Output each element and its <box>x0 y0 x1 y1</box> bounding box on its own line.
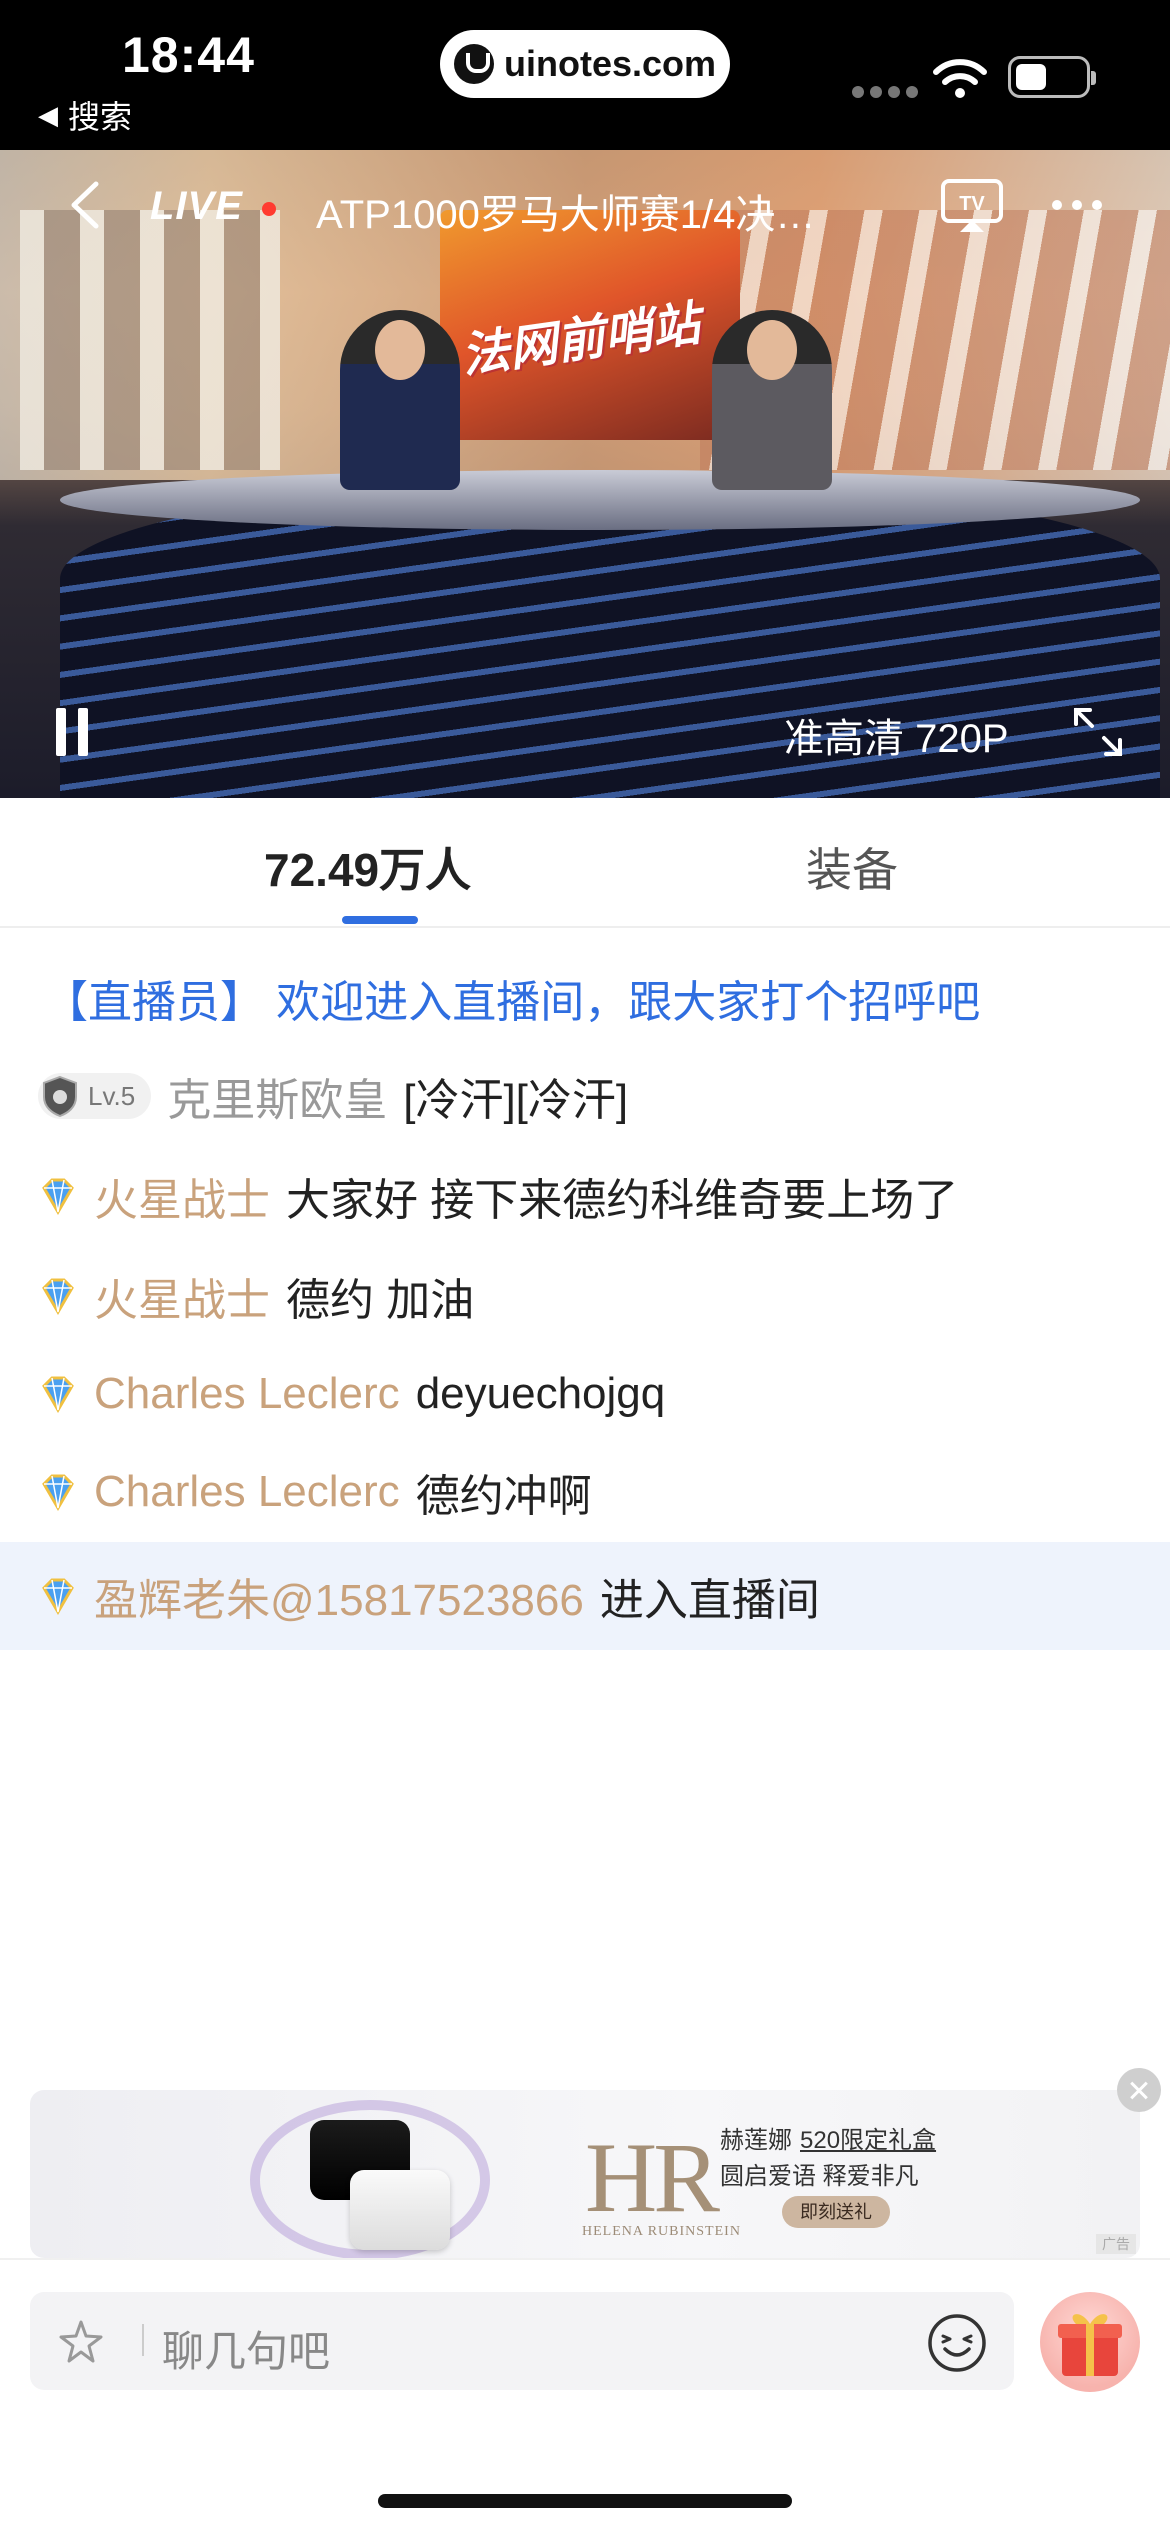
tab-equipment[interactable]: 装备 <box>806 834 898 900</box>
chat-message: 火星战士 德约 加油 <box>0 1246 1170 1346</box>
ad-brand-name: HELENA RUBINSTEIN <box>582 2224 741 2239</box>
ad-headline-highlight: 520限定礼盒 <box>800 2127 937 2154</box>
chat-message: Lv.5 克里斯欧皇 [冷汗][冷汗] <box>0 1046 1170 1146</box>
ad-product-image <box>230 2100 490 2258</box>
ad-cta-button[interactable]: 即刻送礼 <box>782 2196 890 2228</box>
status-time: 18:44 <box>122 27 255 83</box>
chat-username[interactable]: Charles Leclerc <box>94 1369 400 1419</box>
airplay-tv-icon[interactable]: TV <box>940 178 1004 234</box>
fullscreen-icon[interactable] <box>1070 704 1126 760</box>
ad-subline: 圆启爱语 释爱非凡 <box>720 2163 919 2190</box>
system-message: 【直播员】 欢迎进入直播间，跟大家打个招呼吧 <box>44 978 981 1027</box>
emoji-icon[interactable] <box>926 2312 988 2374</box>
chat-text: 大家好 接下来德约科维奇要上场了 <box>286 1176 959 1225</box>
more-icon[interactable] <box>1052 200 1102 210</box>
gift-button[interactable] <box>1040 2292 1140 2392</box>
level-text: Lv.5 <box>88 1080 136 1111</box>
ad-brand-logo: HR <box>585 2122 720 2233</box>
back-triangle-icon: ◀ <box>38 99 58 130</box>
live-label: LIVE <box>150 184 243 228</box>
diamond-icon <box>42 1578 74 1615</box>
svg-text:TV: TV <box>959 193 985 215</box>
back-label: 搜索 <box>68 99 133 135</box>
gift-icon <box>1058 2314 1122 2376</box>
back-to-search-link[interactable]: ◀ 搜索 <box>38 92 132 138</box>
chat-username[interactable]: 火星战士 <box>94 1164 270 1228</box>
battery-icon <box>1008 56 1096 98</box>
url-text: uinotes.com <box>504 43 717 84</box>
chat-text: [冷汗][冷汗] <box>403 1076 629 1125</box>
chat-input-placeholder: 聊几句吧 <box>162 2328 331 2375</box>
ad-headline: 赫莲娜 520限定礼盒 <box>720 2120 936 2155</box>
video-title: ATP1000罗马大师赛1/4决… <box>316 193 816 237</box>
url-pill[interactable]: uinotes.com <box>440 30 730 98</box>
diamond-icon <box>42 1178 74 1215</box>
video-frame-desktop <box>60 470 1140 530</box>
chat-input[interactable]: 聊几句吧 <box>30 2292 1014 2390</box>
chat-text: 德约 加油 <box>286 1276 475 1325</box>
tab-viewers[interactable]: 72.49万人 <box>264 834 471 900</box>
tab-bar: 72.49万人 装备 <box>0 798 1170 928</box>
diamond-icon <box>42 1278 74 1315</box>
chat-message: 火星战士 大家好 接下来德约科维奇要上场了 <box>0 1146 1170 1246</box>
ad-headline-prefix: 赫莲娜 <box>720 2127 792 2154</box>
chat-username[interactable]: Charles Leclerc <box>94 1467 400 1517</box>
input-divider <box>142 2324 144 2356</box>
ad-close-button[interactable] <box>1117 2068 1161 2112</box>
back-icon[interactable] <box>66 180 106 230</box>
wifi-icon <box>933 59 987 98</box>
diamond-icon <box>42 1474 74 1511</box>
level-badge: Lv.5 <box>38 1073 152 1119</box>
host-left <box>340 310 460 490</box>
host-right <box>712 310 832 490</box>
ad-banner[interactable]: HR HELENA RUBINSTEIN 赫莲娜 520限定礼盒 圆启爱语 释爱非… <box>30 2090 1140 2258</box>
ad-tag: 广告 <box>1096 2234 1136 2254</box>
chat-username[interactable]: 盈辉老朱@15817523866 <box>94 1564 584 1628</box>
site-logo-icon <box>454 44 494 84</box>
chat-text: deyuechojgq <box>415 1369 666 1418</box>
chat-text: 进入直播间 <box>599 1576 820 1625</box>
tab-active-indicator <box>342 916 418 924</box>
status-bar: 18:44 ◀ 搜索 uinotes.com <box>0 0 1170 150</box>
player-top-bar: LIVE ATP1000罗马大师赛1/4决… TV <box>0 150 1170 260</box>
live-dot <box>262 202 276 216</box>
home-indicator <box>378 2494 792 2508</box>
pause-icon[interactable] <box>52 708 92 756</box>
quality-selector[interactable]: 准高清 720P <box>784 706 1009 764</box>
bottom-input-bar: 聊几句吧 <box>0 2258 1170 2532</box>
chat-message: Charles Leclerc deyuechojgq <box>0 1344 1170 1444</box>
cellular-signal-icon <box>852 86 918 98</box>
chat-text: 德约冲啊 <box>415 1472 592 1521</box>
chat-message: Charles Leclerc 德约冲啊 <box>0 1442 1170 1542</box>
shield-icon <box>43 1075 77 1118</box>
chat-username[interactable]: 火星战士 <box>94 1264 270 1328</box>
sparkle-star-icon[interactable] <box>54 2316 108 2370</box>
diamond-icon <box>42 1376 74 1413</box>
chat-username[interactable]: 克里斯欧皇 <box>167 1064 387 1128</box>
chat-message-highlighted: 盈辉老朱@15817523866 进入直播间 <box>0 1542 1170 1650</box>
